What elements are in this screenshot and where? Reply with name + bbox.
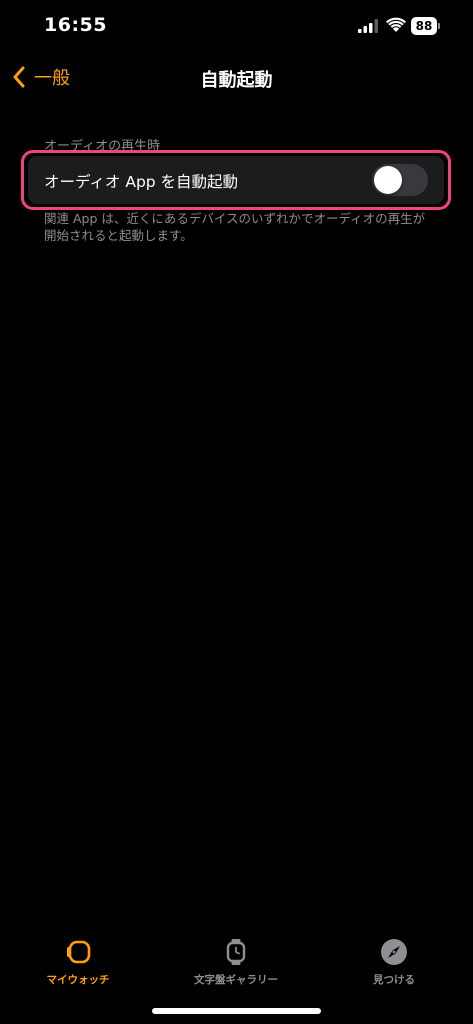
tab-label-face-gallery: 文字盤ギャラリー [194,974,278,986]
battery-icon: 88 [411,17,440,35]
my-watch-icon [67,940,91,964]
discover-compass-icon [381,939,407,965]
wifi-icon [386,17,406,32]
tab-my-watch[interactable]: マイウォッチ [8,938,148,988]
highlight-frame [21,150,451,210]
status-bar: 16:55 88 [0,0,473,54]
cellular-signal-icon [358,19,378,33]
face-gallery-icon [226,939,246,965]
battery-level: 88 [415,19,433,33]
status-time: 16:55 [44,14,107,36]
tab-discover[interactable]: 見つける [324,938,464,988]
tab-face-gallery[interactable]: 文字盤ギャラリー [166,938,306,988]
section-footer: 関連 App は、近くにあるデバイスのいずれかでオーディオの再生が開始されると起… [44,211,426,243]
tab-label-my-watch: マイウォッチ [46,974,110,986]
tab-label-discover: 見つける [373,974,415,986]
home-indicator[interactable] [152,1008,321,1014]
page-title: 自動起動 [200,70,273,91]
navigation-bar: 一般 自動起動 [0,54,473,98]
screen: 16:55 88 一般 自動起動 オーディオの再生時 オーディオ App を自動… [0,0,473,1024]
